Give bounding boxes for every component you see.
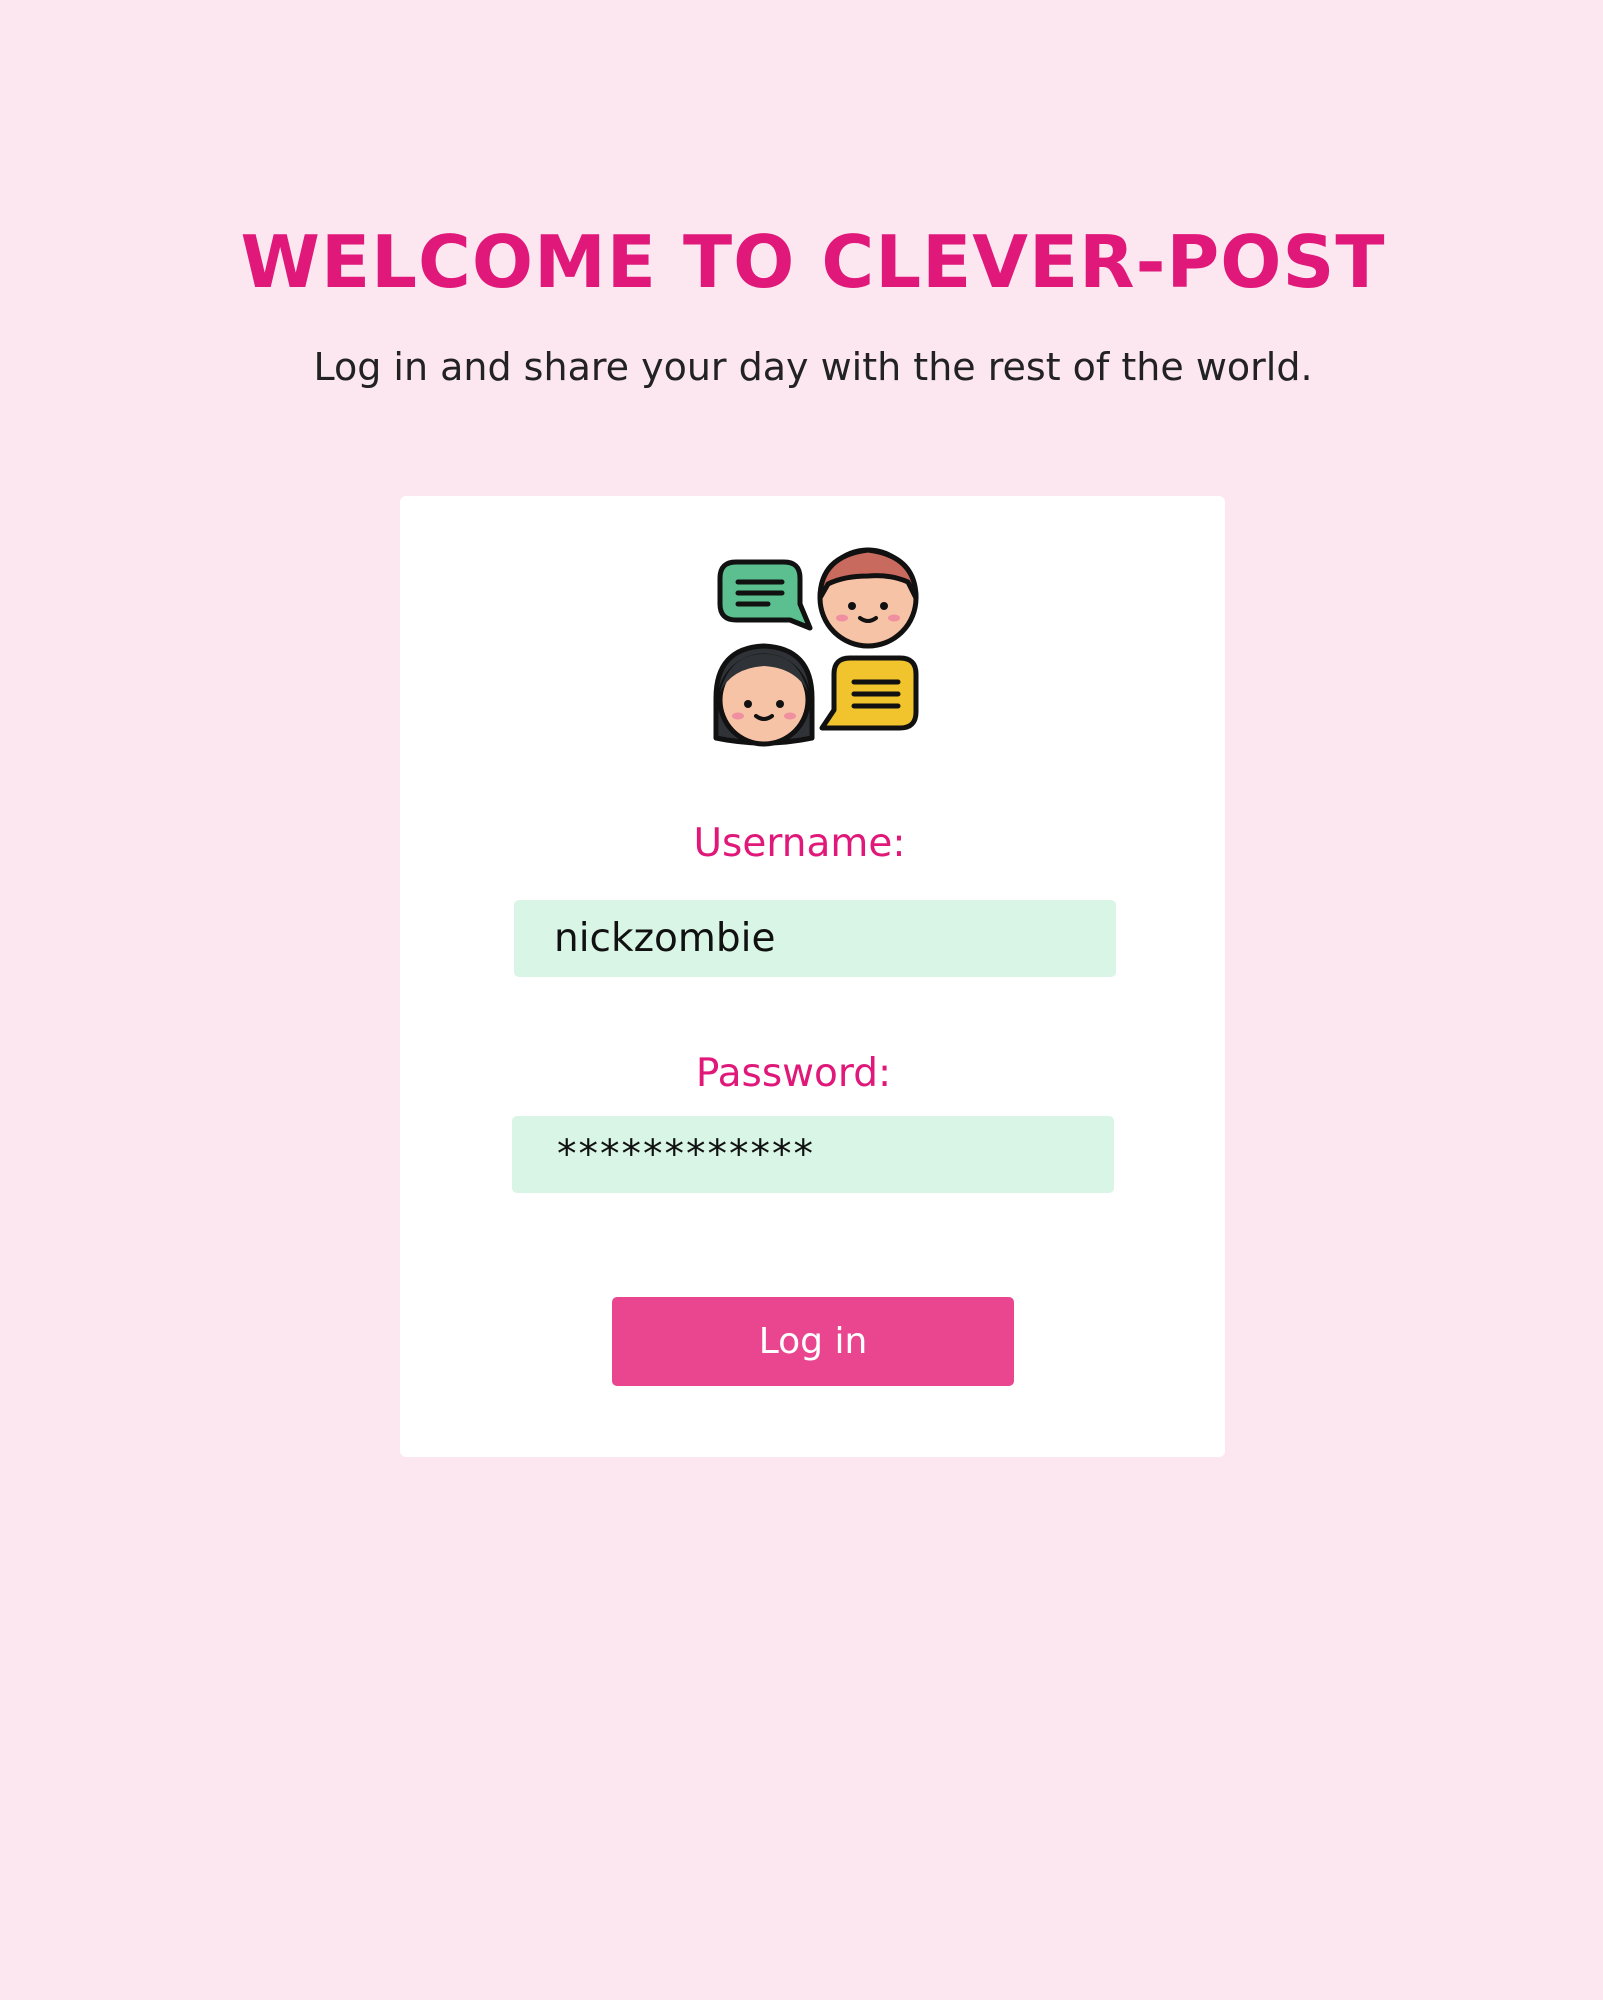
username-input[interactable] <box>514 900 1116 977</box>
page-title: WELCOME TO CLEVER-POST <box>240 220 1386 304</box>
login-button[interactable]: Log in <box>612 1297 1014 1386</box>
username-label: Username: <box>693 821 906 866</box>
password-input[interactable] <box>512 1116 1114 1193</box>
page-subtitle: Log in and share your day with the rest … <box>313 345 1313 389</box>
password-label: Password: <box>695 1051 892 1096</box>
chatting-people-icon <box>713 547 919 747</box>
login-card: Username: Password: Log in <box>400 496 1225 1457</box>
